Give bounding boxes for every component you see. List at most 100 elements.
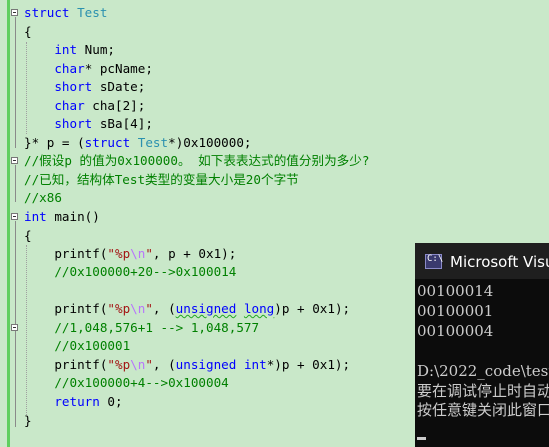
code-line[interactable]: int Num; — [24, 41, 115, 60]
code-line[interactable]: return 0; — [24, 393, 122, 412]
code-token: //0x100000+4-->0x100004 — [54, 375, 229, 390]
code-token: int — [54, 42, 78, 57]
code-token: //0x100001 — [54, 338, 131, 353]
code-line[interactable]: printf("%p\n", (unsigned int*)p + 0x1); — [24, 356, 350, 375]
code-token: *)p + 0x1); — [266, 357, 351, 372]
code-line[interactable]: short sDate; — [24, 78, 145, 97]
code-token: //1,048,576+1 --> 1,048,577 — [54, 320, 260, 335]
debug-console-window[interactable]: C:\ Microsoft Visual Studio 调试控制台 001000… — [415, 243, 549, 447]
code-line[interactable]: { — [24, 227, 32, 246]
code-token: main() — [46, 209, 100, 224]
code-token: , p + 0x1); — [152, 246, 237, 261]
code-token: )p + 0x1); — [274, 301, 351, 316]
code-token: unsigned — [175, 357, 237, 372]
code-token: unsigned — [175, 301, 237, 316]
fold-main-icon[interactable] — [11, 213, 18, 220]
code-token: char — [54, 61, 85, 76]
code-token: long — [243, 301, 275, 316]
code-line[interactable]: //已知，结构体Test类型的变量大小是20个字节 — [24, 171, 299, 190]
console-line: 00100001 — [417, 302, 494, 320]
code-token: , ( — [152, 301, 176, 316]
code-token: " — [145, 301, 153, 316]
code-token: sBa[4]; — [92, 116, 153, 131]
console-line: 00100014 — [417, 282, 494, 300]
code-token: sDate; — [92, 79, 146, 94]
code-line[interactable]: char* pcName; — [24, 60, 153, 79]
code-token: *)0x100000; — [168, 135, 252, 150]
code-line[interactable]: }* p = (struct Test*)0x100000; — [24, 134, 252, 153]
code-line[interactable]: } — [24, 412, 32, 431]
code-line[interactable]: printf("%p\n", p + 0x1); — [24, 245, 236, 264]
code-token: " — [145, 246, 153, 261]
code-line[interactable]: struct Test — [24, 4, 107, 23]
code-token: Test — [77, 5, 108, 20]
console-line: 要在调试停止时自动关闭控制台 — [417, 382, 549, 400]
code-token: \n — [130, 301, 146, 316]
code-token: }* p = ( — [24, 135, 85, 150]
code-line[interactable]: int main() — [24, 208, 100, 227]
code-line[interactable]: //x86 — [24, 189, 62, 208]
code-token: struct — [84, 135, 131, 150]
code-token: struct — [24, 5, 70, 20]
console-title-bar[interactable]: C:\ Microsoft Visual Studio 调试控制台 — [415, 243, 549, 279]
code-token: "%p — [107, 246, 131, 261]
fold-line-struct — [15, 17, 16, 148]
code-token: Test — [137, 135, 169, 150]
fold-struct-icon[interactable] — [11, 9, 18, 16]
code-token: char — [54, 98, 85, 113]
code-line[interactable]: short sBa[4]; — [24, 115, 153, 134]
code-token: cha[2]; — [84, 98, 146, 113]
editor-gutter — [0, 0, 6, 447]
fold-comment2-icon[interactable] — [11, 324, 18, 331]
code-token: "%p — [107, 357, 131, 372]
code-token: \n — [130, 246, 146, 261]
code-token: int — [243, 357, 267, 372]
code-token: \n — [130, 357, 146, 372]
code-token: * pcName; — [84, 61, 153, 76]
code-token: { — [24, 228, 32, 243]
code-token: short — [54, 79, 93, 94]
code-token: , ( — [152, 357, 176, 372]
code-token: printf( — [24, 246, 108, 261]
code-line[interactable]: //0x100000+20-->0x100014 — [24, 263, 236, 282]
console-cursor — [417, 437, 426, 440]
code-token: int — [24, 209, 47, 224]
code-token: "%p — [107, 301, 131, 316]
code-line[interactable]: { — [24, 23, 32, 42]
code-token: //假设p 的值为0x100000。 如下表表达式的值分别为多少? — [24, 153, 370, 168]
code-token: //0x100000+20-->0x100014 — [54, 264, 237, 279]
code-line[interactable]: //1,048,576+1 --> 1,048,577 — [24, 319, 259, 338]
code-token: return — [54, 394, 100, 409]
fold-line-comment — [15, 165, 16, 202]
change-indicator-bar — [7, 0, 10, 447]
code-line[interactable]: //0x100001 — [24, 337, 130, 356]
console-title: Microsoft Visual Studio 调试控制台 — [450, 253, 549, 271]
code-line[interactable]: printf("%p\n", (unsigned long)p + 0x1); — [24, 300, 350, 319]
code-token: Num; — [77, 42, 116, 57]
code-line[interactable]: char cha[2]; — [24, 97, 145, 116]
code-line[interactable]: //0x100000+4-->0x100004 — [24, 374, 229, 393]
console-line: D:\2022_code\test\Debug\test.exe — [417, 362, 549, 380]
fold-comment-icon[interactable] — [11, 157, 18, 164]
code-line[interactable]: //假设p 的值为0x100000。 如下表表达式的值分别为多少? — [24, 152, 369, 171]
code-token: printf( — [24, 301, 108, 316]
console-app-icon: C:\ — [425, 254, 443, 269]
code-token: printf( — [24, 357, 108, 372]
console-line: 00100004 — [417, 322, 494, 340]
code-token: //x86 — [24, 190, 62, 205]
code-token: { — [24, 24, 32, 39]
